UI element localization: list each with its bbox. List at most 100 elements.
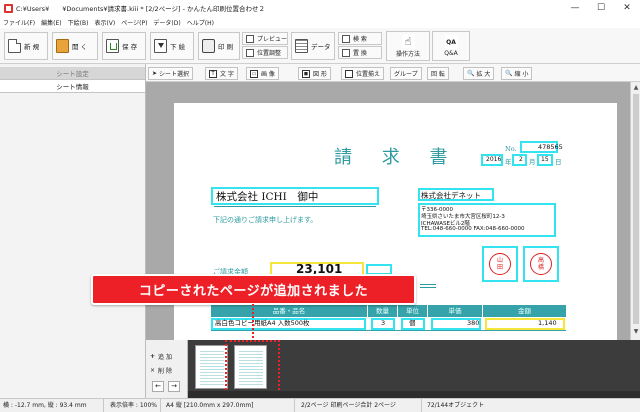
- zoom-out-icon: 🔍: [505, 70, 513, 77]
- new-document-icon: [8, 39, 21, 53]
- sheet-select-button[interactable]: ➤ シート選択: [148, 67, 194, 80]
- menu-data[interactable]: データ(D): [153, 18, 180, 27]
- maximize-button[interactable]: ☐: [588, 0, 614, 16]
- background-button[interactable]: 下 絵: [150, 32, 194, 60]
- title-bar: C:¥Users¥ ¥Documents¥請求書.kiii * [2/2ページ]…: [0, 0, 640, 16]
- shape-icon: ◼: [302, 69, 310, 78]
- status-pages: 2/2ページ 印刷ページ合計 2ページ: [298, 399, 422, 412]
- window-title: C:¥Users¥ ¥Documents¥請求書.kiii * [2/2ページ]…: [16, 5, 266, 13]
- equals-sign: [420, 284, 436, 288]
- header-item-name: 品番・品名: [211, 305, 368, 317]
- menu-bar: ファイル(F) 編集(E) 下絵(B) 表示(V) ページ(P) データ(D) …: [0, 16, 640, 28]
- toast-pointer: [252, 304, 254, 342]
- request-text: 下記の通りご請求申し上げます。: [213, 216, 318, 224]
- prev-page-button[interactable]: ←: [152, 381, 164, 392]
- qa-icon: QA: [444, 35, 458, 49]
- yamada-stamp: 山田: [489, 253, 511, 275]
- table-header: 品番・品名 数量 単位 単価 金額: [211, 305, 566, 317]
- replace-button[interactable]: 置 換: [338, 46, 382, 59]
- row-name: 高白色コピー用紙A4 入数500枚: [215, 319, 310, 327]
- hand-pointer-icon: ☝: [401, 34, 415, 48]
- status-zoom: 表示倍率 : 100%: [107, 399, 161, 412]
- day-suffix: 日: [555, 158, 562, 166]
- plus-icon: +: [150, 352, 156, 360]
- vertical-scrollbar[interactable]: ▲ ▼: [630, 82, 640, 340]
- menu-view[interactable]: 表示(V): [94, 18, 115, 27]
- scroll-down-icon[interactable]: ▼: [632, 328, 640, 336]
- menu-help[interactable]: ヘルプ(H): [187, 18, 214, 27]
- row-qty: 3: [381, 319, 386, 327]
- day-value: 15: [541, 156, 549, 163]
- text-tool-button[interactable]: T 文 字: [205, 67, 238, 80]
- close-button[interactable]: ✕: [614, 0, 640, 16]
- customer-name: 株式会社 ICHI 御中: [216, 191, 319, 203]
- x-icon: ×: [150, 366, 156, 374]
- replace-icon: [342, 48, 350, 57]
- row-amount: 1,140: [538, 319, 557, 327]
- zoom-in-icon: 🔍: [467, 70, 475, 77]
- status-objects: 72/144オブジェクト: [427, 402, 485, 409]
- preview-icon: [246, 34, 254, 43]
- search-button[interactable]: 検 索: [338, 32, 382, 45]
- invoice-no-value: 478565: [538, 143, 563, 151]
- download-icon: [154, 39, 167, 53]
- page-added-toast: コピーされたページが追加されました: [91, 274, 416, 305]
- data-button[interactable]: データ: [291, 32, 335, 60]
- rotate-button[interactable]: 回 転: [427, 67, 449, 80]
- image-tool-button[interactable]: ▭ 画 像: [246, 67, 279, 80]
- left-panel: シート設定 シート情報: [0, 64, 146, 398]
- scroll-thumb[interactable]: [633, 94, 639, 324]
- next-page-button[interactable]: →: [168, 381, 180, 392]
- invoice-title: 請 求 書: [334, 147, 460, 168]
- howto-button[interactable]: ☝ 操作方法: [386, 31, 430, 61]
- takahashi-stamp: 高橋: [530, 253, 552, 275]
- header-unit: 単位: [398, 305, 428, 317]
- shape-tool-button[interactable]: ◼ 図 形: [298, 67, 331, 80]
- align-icon: [345, 69, 353, 78]
- header-qty: 数量: [368, 305, 398, 317]
- page-thumbnail-1[interactable]: [195, 345, 228, 389]
- delete-page-button[interactable]: × 削 除: [150, 364, 172, 376]
- customer-underline: [214, 206, 376, 207]
- cursor-arrow-icon: ➤: [152, 70, 158, 77]
- object-toolbar: ➤ シート選択 T 文 字 ▭ 画 像 ◼ 図 形 位置揃え グループ 回 転 …: [146, 64, 640, 82]
- new-button[interactable]: 新 規: [4, 32, 48, 60]
- month-suffix: 月: [529, 158, 536, 166]
- table-row: 高白色コピー用紙A4 入数500枚 3 個 380 1,140: [211, 317, 566, 331]
- minimize-button[interactable]: —: [562, 0, 588, 16]
- month-value: 2: [519, 156, 523, 163]
- image-icon: ▭: [250, 69, 258, 78]
- folder-icon: [56, 39, 69, 53]
- add-page-button[interactable]: + 追 加: [150, 350, 172, 362]
- save-icon: [106, 39, 119, 53]
- tab-sheet-info[interactable]: シート情報: [0, 80, 145, 93]
- data-sheet-icon: [295, 39, 308, 53]
- tab-sheet-settings[interactable]: シート設定: [0, 67, 145, 80]
- printer-icon: [202, 39, 215, 53]
- address-line-4: TEL:048-660-0000 FAX:048-660-0000: [421, 226, 525, 232]
- thumbnail-scrollbar[interactable]: [188, 391, 640, 398]
- save-button[interactable]: 保 存: [102, 32, 146, 60]
- menu-background[interactable]: 下絵(B): [68, 18, 89, 27]
- adjust-icon: [246, 48, 254, 57]
- open-button[interactable]: 開 く: [52, 32, 98, 60]
- align-button[interactable]: 位置揃え: [341, 67, 385, 80]
- menu-file[interactable]: ファイル(F): [3, 18, 35, 27]
- qa-button[interactable]: QA Q&A: [432, 31, 470, 61]
- row-price: 380: [467, 319, 480, 327]
- scroll-up-icon[interactable]: ▲: [632, 84, 640, 92]
- group-button[interactable]: グループ: [390, 67, 422, 80]
- print-button[interactable]: 印 刷: [198, 32, 240, 60]
- position-adjust-button[interactable]: 位置調整: [242, 46, 288, 59]
- menu-edit[interactable]: 編集(E): [41, 18, 61, 27]
- status-coordinates: 横 : -12.7 mm, 縦 : 93.4 mm: [0, 399, 104, 412]
- year-value: 2016: [486, 156, 502, 163]
- app-icon: [4, 3, 13, 13]
- status-paper-size: A4 縦 [210.0mm x 297.0mm]: [163, 399, 295, 412]
- menu-page[interactable]: ページ(P): [121, 18, 147, 27]
- preview-button[interactable]: プレビュー: [242, 32, 288, 45]
- zoom-in-button[interactable]: 🔍 拡 大: [463, 67, 495, 80]
- invoice-no-label: No.: [505, 145, 517, 153]
- zoom-out-button[interactable]: 🔍 縮 小: [501, 67, 533, 80]
- search-icon: [342, 34, 350, 43]
